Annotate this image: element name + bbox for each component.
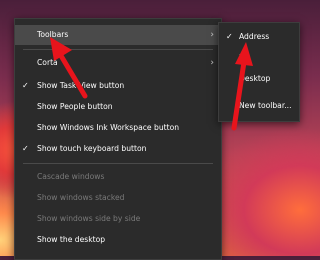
menu-item-label: Corta [37, 58, 58, 67]
menu-item-show-touch-keyboard[interactable]: ✓ Show touch keyboard button [15, 139, 221, 159]
menu-item-label: Show windows side by side [37, 214, 141, 223]
chevron-right-icon: › [210, 58, 214, 68]
menu-item-label: Address [239, 32, 270, 41]
menu-separator [23, 49, 213, 50]
menu-item-label: Show windows stacked [37, 193, 125, 202]
menu-item-label: Show the desktop [37, 235, 106, 244]
menu-item-label: Show touch keyboard button [37, 144, 147, 153]
checkmark-icon: ✓ [22, 144, 29, 153]
submenu-item-desktop[interactable]: Desktop [219, 69, 299, 89]
menu-item-label: New toolbar... [239, 101, 292, 110]
checkmark-icon: ✓ [22, 81, 29, 90]
menu-item-show-ink-workspace[interactable]: Show Windows Ink Workspace button [15, 118, 221, 138]
menu-item-show-people[interactable]: Show People button [15, 97, 221, 117]
chevron-right-icon: › [210, 30, 214, 40]
submenu-item-address[interactable]: ✓ Address [219, 27, 299, 47]
taskbar-context-menu: Toolbars › Corta › ✓ Show Task View butt… [14, 18, 222, 260]
menu-item-label: Desktop [239, 74, 271, 83]
menu-item-show-task-view[interactable]: ✓ Show Task View button [15, 76, 221, 96]
menu-separator [23, 163, 213, 164]
menu-item-label: Show Windows Ink Workspace button [37, 123, 180, 132]
menu-item-windows-side-by-side: Show windows side by side [15, 209, 221, 229]
submenu-item-links[interactable]: L [219, 48, 299, 68]
menu-item-cascade-windows: Cascade windows [15, 167, 221, 187]
menu-item-label: Cascade windows [37, 172, 105, 181]
menu-item-toolbars[interactable]: Toolbars › [15, 25, 221, 45]
menu-item-show-desktop[interactable]: Show the desktop [15, 230, 221, 250]
toolbars-submenu: ✓ Address L Desktop New toolbar... [218, 22, 300, 122]
menu-item-label: Show Task View button [37, 81, 125, 90]
menu-item-label: L [239, 53, 244, 62]
submenu-item-new-toolbar[interactable]: New toolbar... [219, 96, 299, 116]
checkmark-icon: ✓ [226, 32, 233, 41]
menu-item-windows-stacked: Show windows stacked [15, 188, 221, 208]
menu-item-label: Show People button [37, 102, 113, 111]
menu-item-cortana[interactable]: Corta › [15, 53, 221, 73]
menu-item-label: Toolbars [37, 30, 69, 39]
